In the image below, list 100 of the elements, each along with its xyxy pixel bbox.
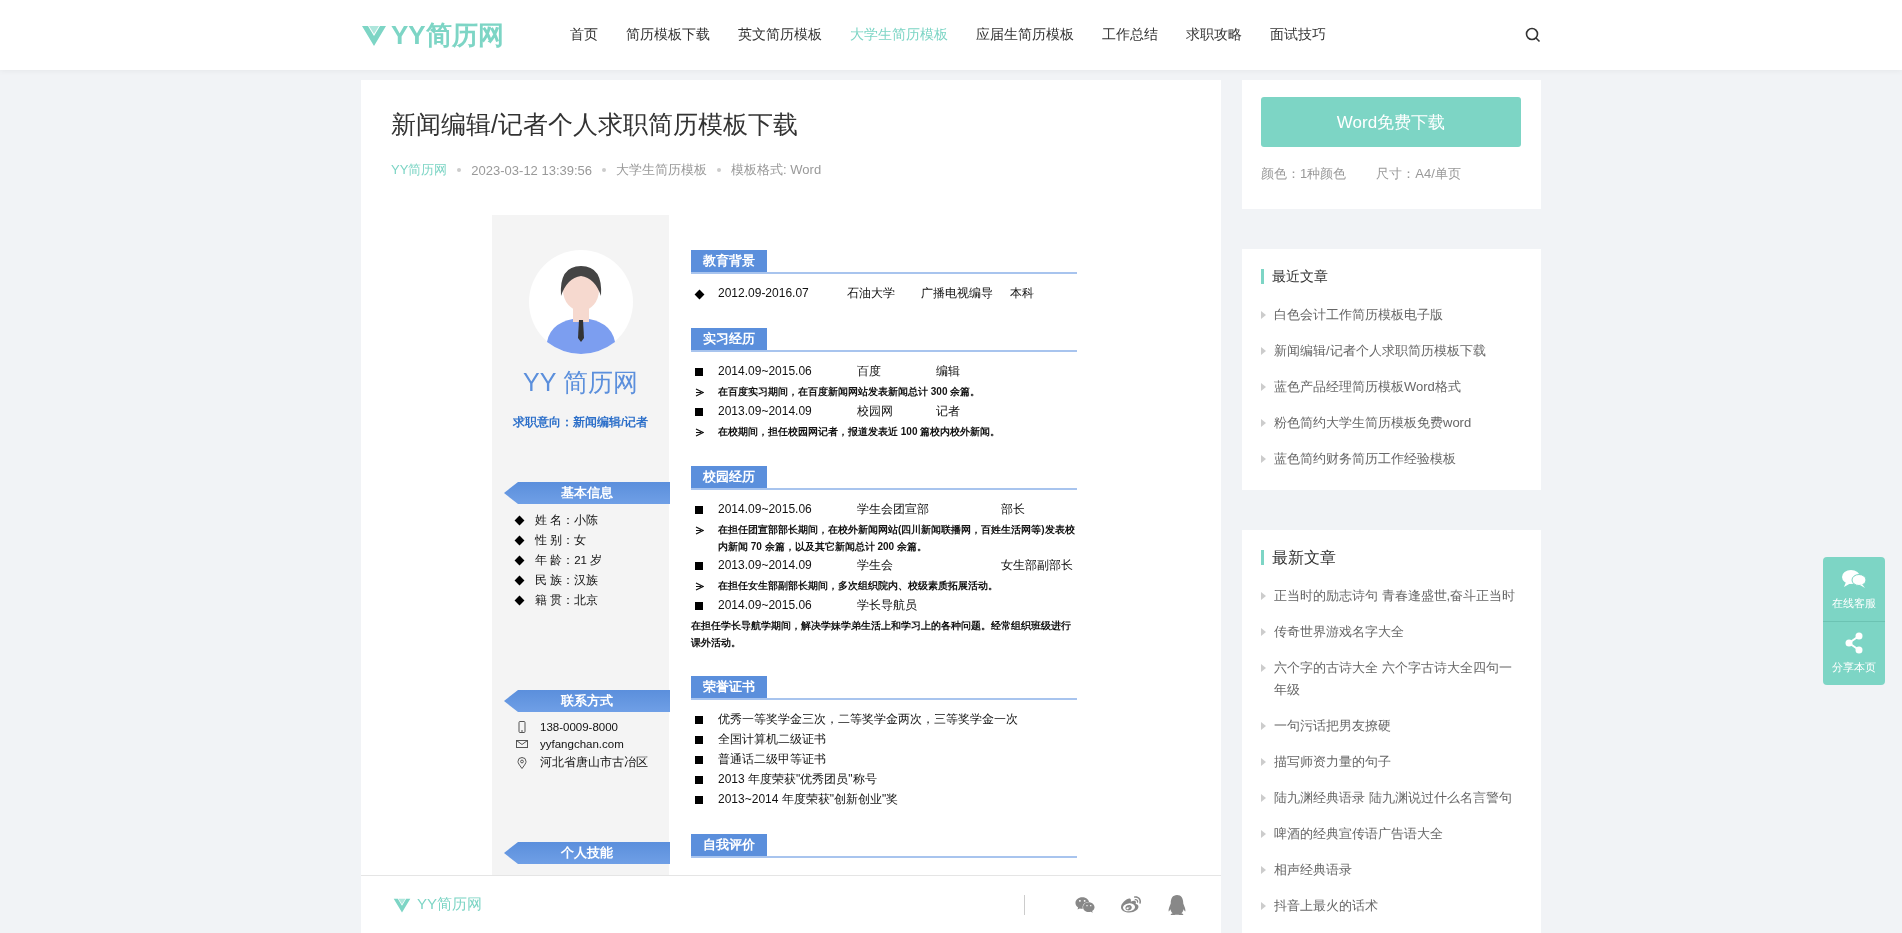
article-title: 新闻编辑/记者个人求职简历模板下载: [391, 109, 799, 140]
article-link[interactable]: 新闻编辑/记者个人求职简历模板下载: [1274, 340, 1486, 362]
article-link[interactable]: 蓝色产品经理简历模板Word格式: [1274, 376, 1461, 398]
entry-field: 记者: [936, 403, 996, 420]
entry-field: 部长: [1001, 501, 1091, 518]
article-link[interactable]: 描写师资力量的句子: [1274, 751, 1391, 773]
separator-dot: [602, 168, 607, 172]
entry-field: 学生会团宣部: [857, 501, 987, 518]
profile-fact: 姓 名：小陈: [535, 513, 599, 528]
article-link[interactable]: 抖音上最火的话术: [1274, 895, 1378, 917]
contact-detail: yyfangchan.com: [540, 738, 624, 750]
section-title: 荣誉证书: [691, 676, 767, 698]
entry-field: 优秀一等奖学金三次，二等奖学金两次，三等奖学金一次: [718, 711, 1018, 728]
diamond-bullet-icon: [694, 289, 704, 299]
nav-link[interactable]: 工作总结: [1088, 26, 1172, 44]
square-bullet-icon: [695, 736, 703, 744]
nav-link[interactable]: 简历模板下载: [612, 26, 724, 44]
arrowhead-bullet-icon: [694, 427, 704, 437]
entry-field: 2012.09-2016.07: [718, 285, 833, 302]
square-bullet-icon: [695, 562, 703, 570]
template-info: 尺寸：A4/单页: [1376, 165, 1461, 183]
entry-field: 2014.09~2015.06: [718, 363, 843, 380]
section-ribbon: 联系方式: [504, 690, 670, 712]
entry-field: 石油大学: [847, 285, 907, 302]
entry-description: 在担任团宣部部长期间，在校外新闻网站(四川新闻联播网，百姓生活网等)发表校内新闻 70 余篇，以及其它新闻总计 200 余篇。: [718, 523, 1076, 554]
triangle-bullet-icon: [1261, 722, 1266, 730]
triangle-bullet-icon: [1261, 419, 1266, 427]
section-title: 教育背景: [691, 250, 767, 272]
article-link[interactable]: 相声经典语录: [1274, 859, 1352, 881]
square-bullet-icon: [695, 796, 703, 804]
entry-field: 百度: [857, 363, 922, 380]
entry-description: 在百度实习期间，在百度新闻网站发表新闻总计 300 余篇。: [718, 385, 981, 399]
entry-field: 女生部副部长: [1001, 557, 1091, 574]
template-info: 颜色：1种颜色: [1261, 165, 1347, 183]
triangle-bullet-icon: [1261, 664, 1266, 672]
entry-field: 2014.09~2015.06: [718, 501, 843, 518]
entry-field: 2014.09~2015.06: [718, 597, 843, 614]
square-bullet-icon: [695, 368, 703, 376]
envelope-icon: [516, 738, 528, 750]
share-icon: [1844, 632, 1864, 654]
search-icon[interactable]: [1525, 27, 1541, 43]
arrowhead-bullet-icon: [694, 525, 704, 535]
triangle-bullet-icon: [1261, 347, 1266, 355]
entry-field: 编辑: [936, 363, 996, 380]
article-link[interactable]: 正当时的励志诗句 青春逢盛世,奋斗正当时: [1274, 585, 1516, 607]
nav-link[interactable]: 应届生简历模板: [962, 26, 1088, 44]
card-title: 最新文章: [1261, 550, 1522, 565]
nav-link[interactable]: 面试技巧: [1256, 26, 1340, 44]
nav-link[interactable]: 首页: [556, 26, 612, 44]
meta-text: 模板格式: Word: [731, 161, 822, 179]
square-bullet-icon: [695, 776, 703, 784]
chat-bubbles-icon: [1841, 567, 1867, 590]
diamond-bullet-icon: [514, 555, 525, 566]
triangle-bullet-icon: [1261, 758, 1266, 766]
triangle-bullet-icon: [1261, 455, 1266, 463]
square-bullet-icon: [695, 756, 703, 764]
entry-field: 2013 年度荣获"优秀团员"称号: [718, 771, 877, 788]
article-link[interactable]: 粉色简约大学生简历模板免费word: [1274, 412, 1472, 434]
arrowhead-bullet-icon: [694, 387, 704, 397]
share-logo-text: YY简历网: [417, 895, 482, 914]
diamond-bullet-icon: [514, 515, 525, 526]
nav-link[interactable]: 英文简历模板: [724, 26, 836, 44]
profile-fact: 年 龄：21 岁: [535, 553, 603, 568]
triangle-bullet-icon: [1261, 628, 1266, 636]
section-title: 自我评价: [691, 834, 767, 856]
nav-link[interactable]: 求职攻略: [1172, 26, 1256, 44]
article-link[interactable]: 一句污话把男友撩硬: [1274, 715, 1391, 737]
meta-text: 大学生简历模板: [616, 161, 708, 179]
square-bullet-icon: [695, 408, 703, 416]
triangle-bullet-icon: [1261, 902, 1266, 910]
chat-bubbles-icon[interactable]: [1075, 894, 1095, 915]
triangle-bullet-icon: [1261, 866, 1266, 874]
section-ribbon: 个人技能: [504, 842, 670, 864]
triangle-bullet-icon: [1261, 592, 1266, 600]
entry-description: 在担任女生部副部长期间，多次组织院内、校级素质拓展活动。: [718, 579, 998, 593]
entry-field: 全国计算机二级证书: [718, 731, 826, 748]
phone-icon: [516, 721, 528, 733]
triangle-bullet-icon: [1261, 830, 1266, 838]
penguin-icon[interactable]: [1167, 894, 1187, 915]
profile-fact: 籍 贯：北京: [535, 593, 599, 608]
article-link[interactable]: 陆九渊经典语录 陆九渊说过什么名言警句: [1274, 787, 1512, 809]
meta-text: 2023-03-12 13:39:56: [471, 162, 593, 178]
article-link[interactable]: 六个字的古诗大全 六个字古诗大全四句一年级: [1274, 657, 1522, 701]
entry-field: 学长导航员: [857, 597, 987, 614]
entry-field: 2013~2014 年度荣获"创新创业"奖: [718, 791, 899, 808]
location-pin-icon: [516, 756, 528, 769]
triangle-bullet-icon: [1261, 794, 1266, 802]
square-bullet-icon: [695, 716, 703, 724]
article-link[interactable]: 白色会计工作简历模板电子版: [1274, 304, 1443, 326]
diamond-bullet-icon: [514, 575, 525, 586]
separator-dot: [717, 168, 722, 172]
entry-field: 校园网: [857, 403, 922, 420]
entry-description: 在担任学长导航学期间，解决学妹学弟生活上和学习上的各种问题。经常组织班级进行课外活动。: [691, 619, 1072, 650]
separator-dot: [457, 168, 462, 172]
article-link[interactable]: 蓝色简约财务简历工作经验模板: [1274, 448, 1456, 470]
article-link[interactable]: 啤酒的经典宣传语广告语大全: [1274, 823, 1443, 845]
article-link[interactable]: 传奇世界游戏名字大全: [1274, 621, 1404, 643]
diamond-bullet-icon: [514, 595, 525, 606]
contact-detail: 138-0009-8000: [540, 721, 618, 733]
eye-swirl-icon[interactable]: [1121, 894, 1141, 915]
